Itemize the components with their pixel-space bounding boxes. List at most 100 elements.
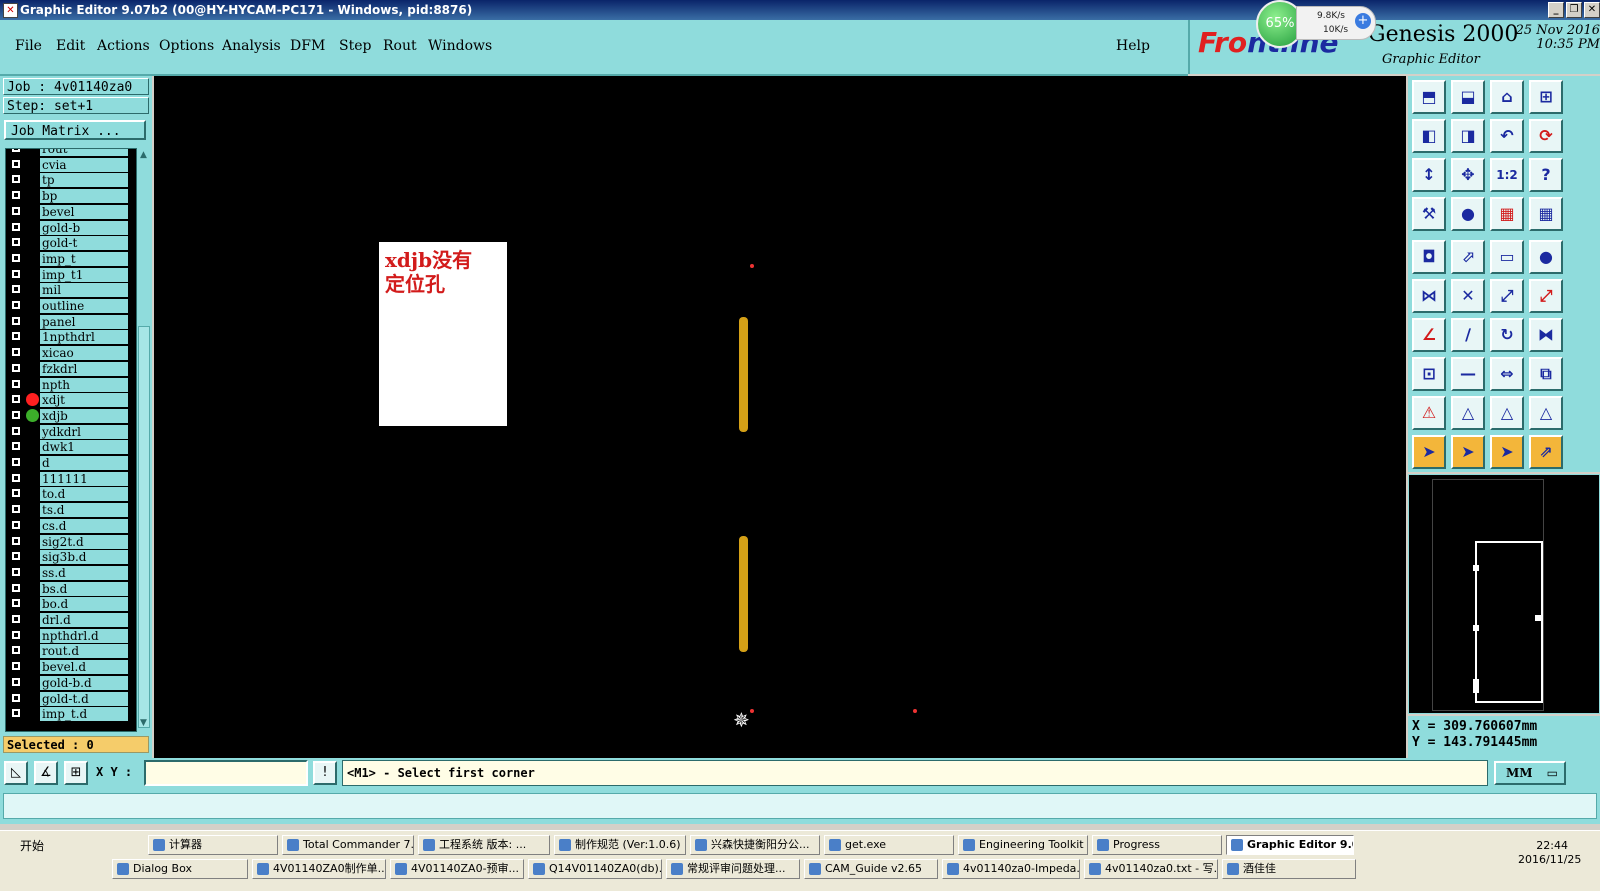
zoom-out-icon[interactable]: ⬓ — [1451, 80, 1485, 114]
layer-checkbox[interactable] — [11, 614, 21, 624]
snap-grid-icon[interactable]: ◺ — [4, 761, 28, 785]
layer-row[interactable]: xdjb — [6, 408, 136, 424]
layer-checkbox[interactable] — [11, 708, 21, 719]
triangle-red-icon[interactable]: ⚠ — [1412, 396, 1446, 430]
layer-row[interactable]: fzkdrl — [6, 361, 136, 377]
layer-checkbox[interactable] — [11, 315, 21, 326]
layer-checkbox[interactable] — [11, 409, 21, 420]
layer-checkbox[interactable] — [11, 676, 21, 687]
taskbar-button[interactable]: Q14V01140ZA0(db)... — [528, 859, 662, 879]
layer-row[interactable]: bevel.d — [6, 659, 136, 675]
taskbar-button[interactable]: CAM_Guide v2.65 — [804, 859, 938, 879]
menu-rout[interactable]: Rout — [383, 38, 417, 54]
layer-row[interactable]: 111111 — [6, 471, 136, 487]
layer-name[interactable]: xicao — [40, 346, 128, 361]
layer-row[interactable]: panel — [6, 314, 136, 330]
layer-row[interactable]: imp_t.d — [6, 706, 136, 722]
zoom-home-icon[interactable]: ⬒ — [1412, 80, 1446, 114]
layer-name[interactable]: xdjb — [40, 408, 128, 423]
triangle-icon[interactable]: △ — [1451, 396, 1485, 430]
route-icon[interactable]: ⇗ — [1529, 435, 1563, 469]
layer-name[interactable]: cs.d — [40, 518, 128, 533]
layer-row[interactable]: drl.d — [6, 612, 136, 628]
taskbar-button[interactable]: Graphic Editor 9.0... — [1226, 835, 1354, 855]
layer-row[interactable]: bp — [6, 188, 136, 204]
layer-checkbox[interactable] — [11, 284, 21, 295]
layer-row[interactable]: mil — [6, 282, 136, 298]
layer-row[interactable]: gold-t — [6, 235, 136, 251]
menu-dfm[interactable]: DFM — [290, 38, 325, 54]
scroll-down-icon[interactable]: ▼ — [138, 718, 149, 728]
layer-list-scrollbar[interactable]: ▲ ▼ — [136, 148, 150, 730]
layer-list[interactable]: rout cvia tp bp bevel gold-b gold-t imp_t imp_t1… — [5, 148, 137, 732]
start-button[interactable]: 开始 — [2, 835, 50, 857]
fit-height-icon[interactable]: ↕ — [1412, 158, 1446, 192]
layer-name[interactable]: panel — [40, 314, 128, 329]
pad-add-icon[interactable]: ⊡ — [1412, 357, 1446, 391]
layer-row[interactable]: rout — [6, 149, 136, 157]
layer-checkbox[interactable] — [11, 504, 21, 515]
layer-row[interactable]: xdjt — [6, 392, 136, 408]
layer-checkbox[interactable] — [11, 252, 21, 263]
taskbar-button[interactable]: 制作规范 (Ver:1.0.6) — [554, 835, 686, 855]
layer-checkbox[interactable] — [11, 488, 21, 499]
xy-input[interactable] — [144, 760, 308, 786]
layer-row[interactable]: tp — [6, 172, 136, 188]
layer-row[interactable]: cs.d — [6, 518, 136, 534]
system-clock[interactable]: 22:44 2016/11/25 — [1518, 839, 1581, 867]
taskbar-button[interactable]: 4v01140za0-Impeda... — [942, 859, 1080, 879]
layer-checkbox[interactable] — [11, 645, 21, 656]
layer-row[interactable]: to.d — [6, 486, 136, 502]
layer-checkbox[interactable] — [11, 362, 21, 373]
layer-checkbox[interactable] — [11, 629, 21, 640]
layer-name[interactable]: gold-t — [40, 236, 128, 251]
help-icon[interactable]: ? — [1529, 158, 1563, 192]
layer-checkbox[interactable] — [11, 300, 21, 310]
layer-name[interactable]: to.d — [40, 487, 128, 502]
menu-edit[interactable]: Edit — [56, 38, 85, 54]
snap-icon[interactable]: ● — [1451, 197, 1485, 231]
layer-row[interactable]: ydkdrl — [6, 424, 136, 440]
layer-row[interactable]: npthdrl.d — [6, 628, 136, 644]
layer-row[interactable]: gold-t.d — [6, 691, 136, 707]
taskbar-button[interactable]: get.exe — [824, 835, 954, 855]
layer-row[interactable]: ts.d — [6, 502, 136, 518]
layer-checkbox[interactable] — [11, 237, 21, 248]
layer-row[interactable]: gold-b.d — [6, 675, 136, 691]
layer-name[interactable]: rout — [40, 149, 128, 156]
layer-name[interactable]: drl.d — [40, 613, 128, 627]
menu-analysis[interactable]: Analysis — [222, 38, 281, 54]
measure-icon[interactable]: ▭ — [1490, 240, 1524, 274]
layer-checkbox[interactable] — [11, 149, 21, 153]
layer-checkbox[interactable] — [11, 598, 21, 609]
taskbar-button[interactable]: 4V01140ZA0制作单... — [252, 859, 386, 879]
layer-dual-icon[interactable]: ▦ — [1529, 197, 1563, 231]
graphic-canvas[interactable]: xdjb没有 定位孔 ✵ — [154, 76, 1406, 758]
layer-row[interactable]: sig3b.d — [6, 549, 136, 565]
layer-checkbox[interactable] — [11, 190, 21, 201]
alert-icon[interactable]: ! — [313, 761, 337, 785]
layer-checkbox[interactable] — [11, 692, 21, 703]
taskbar-button[interactable]: Total Commander 7... — [282, 835, 414, 855]
menu-help[interactable]: Help — [1116, 38, 1150, 54]
taskbar-button[interactable]: 酒佳佳 — [1222, 859, 1356, 879]
layer-checkbox[interactable] — [11, 472, 21, 483]
layer-row[interactable]: npth — [6, 377, 136, 393]
layer-checkbox[interactable] — [11, 535, 21, 546]
layer-row[interactable]: outline — [6, 298, 136, 314]
menu-windows[interactable]: Windows — [428, 38, 492, 54]
restore-button[interactable]: ❐ — [1566, 2, 1582, 18]
round-pad-icon[interactable]: ● — [1529, 240, 1563, 274]
taskbar-button[interactable]: Engineering Toolkit ... — [958, 835, 1088, 855]
connect-icon[interactable]: ⤢ — [1490, 279, 1524, 313]
line-red-icon[interactable]: ∠ — [1412, 318, 1446, 352]
taskbar-button[interactable]: 4V01140ZA0-预审... — [390, 859, 524, 879]
layer-checkbox[interactable] — [11, 551, 21, 562]
layer-checkbox[interactable] — [11, 174, 21, 185]
layer-row[interactable]: bevel — [6, 204, 136, 220]
layer-row[interactable]: 1npthdrl — [6, 329, 136, 345]
mirror-icon[interactable]: ⧓ — [1529, 318, 1563, 352]
layer-checkbox[interactable] — [11, 221, 21, 232]
taskbar-button[interactable]: Dialog Box — [112, 859, 248, 879]
layer-name[interactable]: npth — [40, 377, 128, 392]
